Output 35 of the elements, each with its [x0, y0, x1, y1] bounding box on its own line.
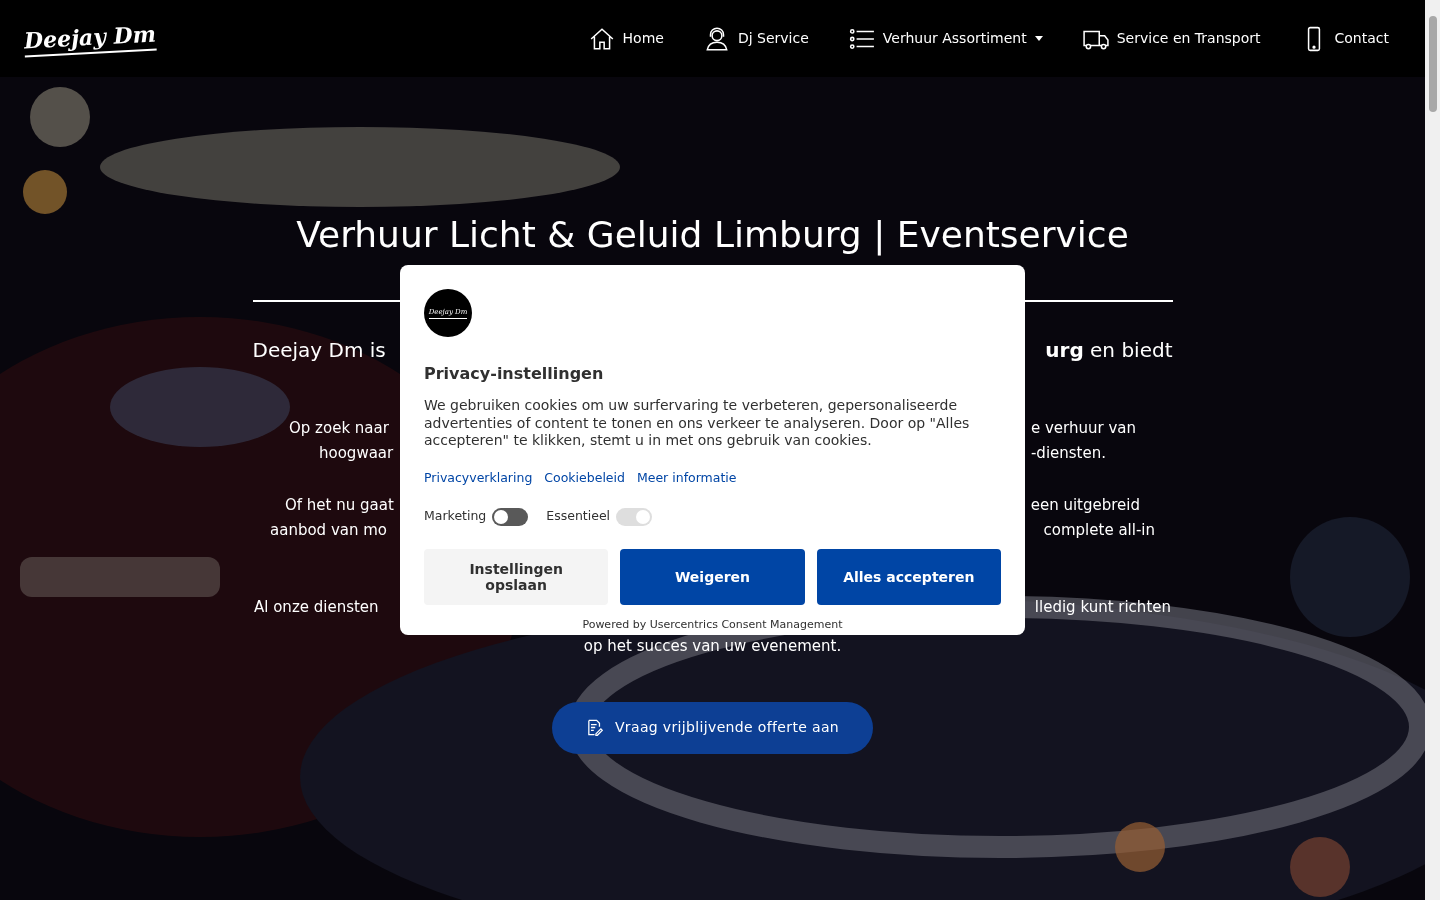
- nav-link[interactable]: Verhuur Assortiment: [848, 25, 1043, 52]
- powered-by-text: Powered by Usercentrics Consent Management: [581, 617, 844, 633]
- policy-link[interactable]: Cookiebeleid: [544, 468, 625, 488]
- hero-text: een uitgebreid: [1030, 495, 1140, 516]
- consent-button[interactable]: Weigeren: [620, 549, 805, 605]
- hero-text: complete all-in: [1043, 520, 1155, 541]
- nav-link[interactable]: Dj Service: [703, 25, 809, 52]
- hero-text: e verhuur van: [1030, 418, 1136, 439]
- policy-link[interactable]: Meer informatie: [636, 468, 737, 488]
- quote-request-button[interactable]: Vraag vrijblijvende offerte aan: [551, 701, 874, 754]
- nav-link[interactable]: Home: [588, 25, 664, 52]
- hero-text: Op zoek naar: [289, 418, 389, 439]
- toggle-label: Marketing: [424, 507, 487, 526]
- consent-button[interactable]: Alles accepteren: [816, 549, 1001, 605]
- hero-text: Of het nu gaat: [285, 495, 394, 516]
- toggle-switch[interactable]: [492, 507, 529, 526]
- dialog-text: We gebruiken cookies om uw surfervaring te verbeteren, gepersonaliseerde advertenties of content te tonen en ons verkeer te analyseren. Door op "Alles accepteren" te klikken, stemt u in met ons gebruik van cookies.: [424, 397, 971, 450]
- logo[interactable]: Deejay Dm: [23, 20, 157, 57]
- headset-person-icon: [703, 25, 730, 52]
- hero-text: -diensten.: [1030, 443, 1106, 464]
- dialog-title: Privacy-instellingen: [424, 363, 605, 385]
- consent-button[interactable]: Instellingen opslaan: [424, 549, 609, 605]
- hero-subtitle: urg en biedt: [1045, 337, 1173, 364]
- scrollbar[interactable]: [1425, 0, 1440, 900]
- policy-link[interactable]: Privacyverklaring: [424, 468, 533, 488]
- hero-text: lledig kunt richten: [1034, 597, 1171, 618]
- hero-text: hoogwaar: [319, 443, 394, 464]
- hero-text: Al onze diensten: [254, 597, 379, 618]
- hero-text: op het succes van uw evenement.: [583, 636, 842, 657]
- toggle-label: Essentieel: [546, 507, 611, 526]
- nav-link[interactable]: Contact: [1300, 25, 1389, 52]
- hero-subtitle: Deejay Dm is: [252, 337, 386, 364]
- hero-text: aanbod van mo: [270, 520, 387, 541]
- nav-link[interactable]: Service en Transport: [1082, 25, 1261, 52]
- edit-document-icon: [585, 719, 603, 736]
